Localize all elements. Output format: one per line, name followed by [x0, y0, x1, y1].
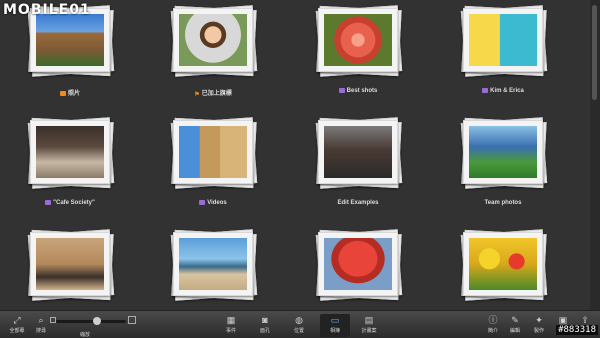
album-stack [460, 229, 548, 306]
globe-icon: ◍ [295, 315, 303, 325]
zoom-in-icon [128, 316, 136, 324]
album-kim-erica[interactable]: Kim & Erica [453, 5, 553, 103]
album-label: 已加上旗標 [201, 91, 232, 97]
places-label: 位置 [293, 328, 304, 334]
photo-card [463, 232, 543, 296]
album-edit-examples[interactable]: Edit Examples [308, 117, 408, 215]
photo-card [318, 8, 398, 72]
album-cafe-society[interactable]: "Cafe Society" [20, 117, 120, 215]
projects-icon: ▤ [364, 315, 374, 325]
effects-label: 製作 [533, 328, 544, 334]
album-stack [170, 117, 258, 194]
album-stack [460, 117, 548, 194]
thumbnail-beach [179, 238, 247, 290]
album-label: Team photos [484, 200, 522, 206]
album-stack [315, 5, 403, 82]
album-label: Edit Examples [337, 200, 379, 206]
photo-card [173, 120, 253, 184]
album-caption: Best shots [308, 88, 408, 94]
thumbnail-tulips [469, 238, 537, 290]
album-stack [315, 229, 403, 306]
album-stack [27, 117, 115, 194]
photo-card [30, 120, 110, 184]
thumbnail-street [324, 126, 392, 178]
album-caption: Videos [163, 200, 263, 206]
album-icon [482, 88, 489, 93]
search-label: 搜尋 [35, 328, 46, 334]
album-stack [170, 229, 258, 306]
photo-card [173, 232, 253, 296]
photo-card [30, 232, 110, 296]
faces-button[interactable]: ◙ 面孔 [250, 314, 280, 334]
album-team-photos[interactable]: Team photos [453, 117, 553, 215]
zoom-slider-knob[interactable] [93, 317, 102, 325]
places-button[interactable]: ◍ 位置 [284, 314, 314, 334]
album-caption: Edit Examples [308, 200, 408, 206]
album-caption: "Cafe Society" [20, 200, 120, 206]
thumbnail-shoe [36, 238, 104, 290]
faces-icon: ◙ [262, 315, 268, 325]
photos-icon [59, 90, 66, 96]
watermark-id: #883318 [556, 325, 598, 335]
album-caption: ⚑ 已加上旗標 [163, 88, 263, 98]
vertical-scrollbar[interactable] [590, 0, 600, 310]
events-icon: ▦ [226, 315, 236, 325]
flag-icon: ⚑ [194, 91, 200, 98]
zoom-slider[interactable] [56, 317, 126, 325]
photo-card [318, 232, 398, 296]
album-icon [199, 200, 206, 205]
album-grid: 照片 ⚑ 已加上旗標 Best shots Kim & Erica "Cafe … [0, 0, 590, 310]
thumbnail-girls [469, 14, 537, 66]
projects-label: 計畫案 [361, 328, 377, 334]
album-caption: 照片 [20, 88, 120, 97]
album-icon [338, 88, 345, 93]
album-videos[interactable]: Videos [163, 117, 263, 215]
album-best-shots[interactable]: Best shots [308, 5, 408, 103]
album-photos[interactable]: 照片 [20, 5, 120, 103]
events-button[interactable]: ▦ 事件 [216, 314, 246, 334]
album-label: 照片 [67, 91, 80, 97]
album-stack [170, 5, 258, 82]
scrollbar-thumb[interactable] [592, 5, 597, 100]
album-caption: Kim & Erica [453, 88, 553, 94]
album-flagged[interactable]: ⚑ 已加上旗標 [163, 5, 263, 103]
album-label: Kim & Erica [490, 88, 524, 95]
thumbnail-child [179, 14, 247, 66]
thumbnail-team [469, 126, 537, 178]
album-caption: Team photos [453, 200, 553, 206]
albums-label: 相簿 [329, 328, 340, 334]
album-stack [460, 5, 548, 82]
photo-card [463, 120, 543, 184]
album-label: Best shots [346, 88, 378, 95]
projects-button[interactable]: ▤ 計畫案 [354, 314, 384, 334]
album-icon [45, 200, 52, 205]
albums-icon: ▭ [330, 315, 340, 325]
bottom-toolbar: ⤢ 全部專 ⌕ 搜尋 縮放 ▦ 事件 ◙ 面孔 ◍ 位置 ▭ 相簿 ▤ 計畫案 … [0, 310, 600, 338]
photo-card [318, 120, 398, 184]
album-stack [315, 117, 403, 194]
album-label: Videos [207, 200, 227, 207]
faces-label: 面孔 [259, 328, 270, 334]
thumbnail-tower [179, 126, 247, 178]
album-stack [27, 229, 115, 306]
events-label: 事件 [225, 328, 236, 334]
thumbnail-rose [324, 14, 392, 66]
thumbnail-heart [324, 238, 392, 290]
thumbnail-cafe [36, 126, 104, 178]
photo-card [173, 8, 253, 72]
album-label: "Cafe Society" [53, 200, 95, 207]
albums-button[interactable]: ▭ 相簿 [320, 314, 350, 337]
watermark-logo: MOBILE01 [3, 2, 91, 18]
photo-card [463, 8, 543, 72]
